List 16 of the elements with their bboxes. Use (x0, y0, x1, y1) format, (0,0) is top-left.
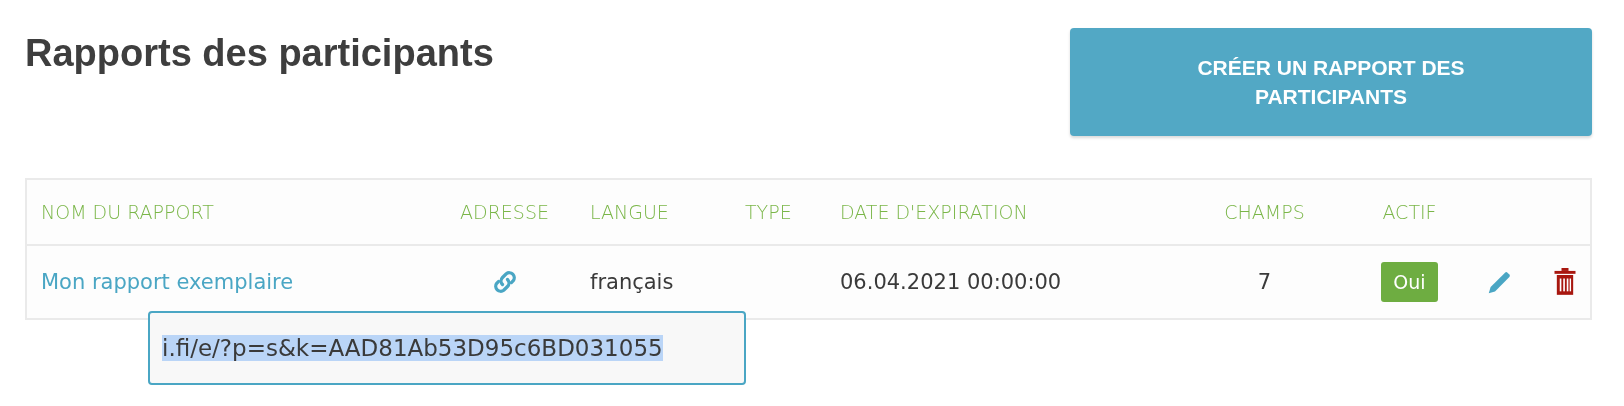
address-field[interactable]: i.fi/e/?p=s&k=AAD81Ab53D95c6BD031055 (162, 335, 663, 361)
table-cell-text: français (589, 270, 675, 294)
column-header: NOM DU RAPPORT (40, 201, 215, 223)
column-header: LANGUE (589, 201, 670, 223)
column-header: ACTIF (1381, 201, 1438, 223)
column-header: CHAMPS (1223, 201, 1306, 223)
column-header: ADRESSE (459, 201, 550, 223)
column-header: DATE D'EXPIRATION (839, 201, 1029, 223)
page-title: Rapports des participants (25, 32, 494, 75)
trash-icon[interactable] (1552, 268, 1577, 296)
table-cell-text: 7 (1256, 270, 1273, 294)
column-header: TYPE (744, 201, 793, 223)
status-badge: Oui (1381, 262, 1438, 302)
table-cell-text: 06.04.2021 00:00:00 (839, 270, 1063, 294)
create-report-button[interactable]: CRÉER UN RAPPORT DES PARTICIPANTS (1070, 28, 1592, 136)
report-name-link[interactable]: Mon rapport exemplaire (41, 270, 294, 294)
